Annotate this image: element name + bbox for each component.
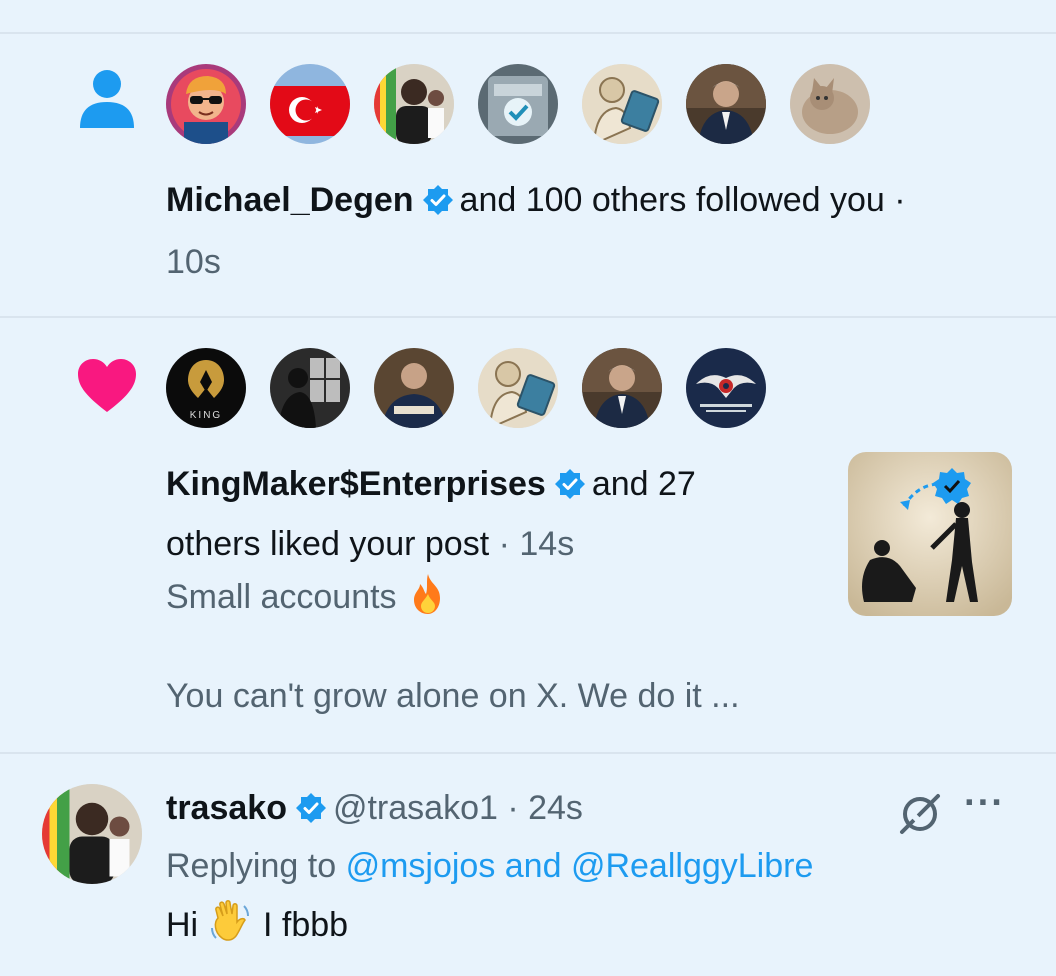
- replying-targets-link[interactable]: @msjojos and @ReallggyLibre: [346, 847, 814, 885]
- reply-message: Hi I fbbb: [166, 898, 348, 950]
- follow-text: Michael_Degen and 100 others followed you…: [166, 176, 906, 225]
- king-logo-text: KING: [190, 410, 222, 421]
- liker-username[interactable]: KingMaker$Enterprises: [166, 465, 546, 503]
- avatar-window-silhouette[interactable]: [270, 348, 350, 428]
- post-preview-line2: You can't grow alone on X. We do it ...: [166, 677, 740, 715]
- follow-notification[interactable]: Michael_Degen and 100 others followed you…: [0, 34, 1056, 316]
- avatar-sketch-figure-2[interactable]: [478, 348, 558, 428]
- fire-emoji-icon: [414, 574, 440, 614]
- follower-avatars: [166, 64, 870, 144]
- like-notification[interactable]: KING KingMaker$Enterprises and 27 others …: [0, 318, 1056, 752]
- avatar-king-logo[interactable]: KING: [166, 348, 246, 428]
- verified-badge-icon: [295, 793, 326, 823]
- avatar-cat[interactable]: [790, 64, 870, 144]
- liker-avatars: KING: [166, 348, 766, 428]
- follow-action-text: and 100 others followed you ·: [459, 181, 906, 219]
- reply-tweet[interactable]: trasako @trasako1 · 24s ··· Replying to @…: [0, 754, 1056, 976]
- like-action-line1: and 27: [591, 465, 696, 503]
- verified-badge-icon: [422, 185, 453, 215]
- waving-hand-emoji-icon: [210, 900, 249, 941]
- avatar-sunglasses-man[interactable]: [166, 64, 246, 144]
- reply-handle-time: @trasako1 · 24s: [332, 789, 583, 827]
- like-timestamp: · 14s: [498, 525, 575, 563]
- avatar-suited-man-3[interactable]: [582, 348, 662, 428]
- reply-header: trasako @trasako1 · 24s: [166, 784, 583, 833]
- reply-message-start: Hi: [166, 906, 199, 944]
- avatar-turkey-flag[interactable]: [270, 64, 350, 144]
- reply-username[interactable]: trasako: [166, 789, 287, 827]
- like-action-line2: others liked your post: [166, 525, 490, 563]
- avatar-sketch-figure[interactable]: [582, 64, 662, 144]
- verified-badge-icon: [554, 469, 585, 499]
- avatar-eagle-emblem[interactable]: [686, 348, 766, 428]
- reply-avatar[interactable]: [42, 784, 142, 884]
- post-thumbnail[interactable]: [848, 452, 1012, 616]
- replying-to-line: Replying to @msjojos and @ReallggyLibre: [166, 842, 813, 891]
- avatar-machine-logo[interactable]: [478, 64, 558, 144]
- grok-icon[interactable]: [898, 792, 942, 836]
- reply-message-end: I fbbb: [263, 906, 349, 944]
- replying-prefix: Replying to: [166, 847, 337, 885]
- avatar-suited-man-2[interactable]: [374, 348, 454, 428]
- avatar-suited-man[interactable]: [686, 64, 766, 144]
- avatar-colorful-portrait[interactable]: [374, 64, 454, 144]
- post-preview-text: Small accounts: [166, 578, 397, 616]
- post-preview-line1: Small accounts: [166, 572, 450, 622]
- more-options-button[interactable]: ···: [964, 782, 1005, 825]
- like-text-line1: KingMaker$Enterprises and 27: [166, 460, 696, 509]
- like-text-line2: others liked your post · 14s: [166, 520, 574, 569]
- follower-username[interactable]: Michael_Degen: [166, 181, 414, 219]
- follow-timestamp: 10s: [166, 243, 221, 281]
- person-icon: [80, 70, 134, 128]
- heart-icon: [78, 359, 136, 412]
